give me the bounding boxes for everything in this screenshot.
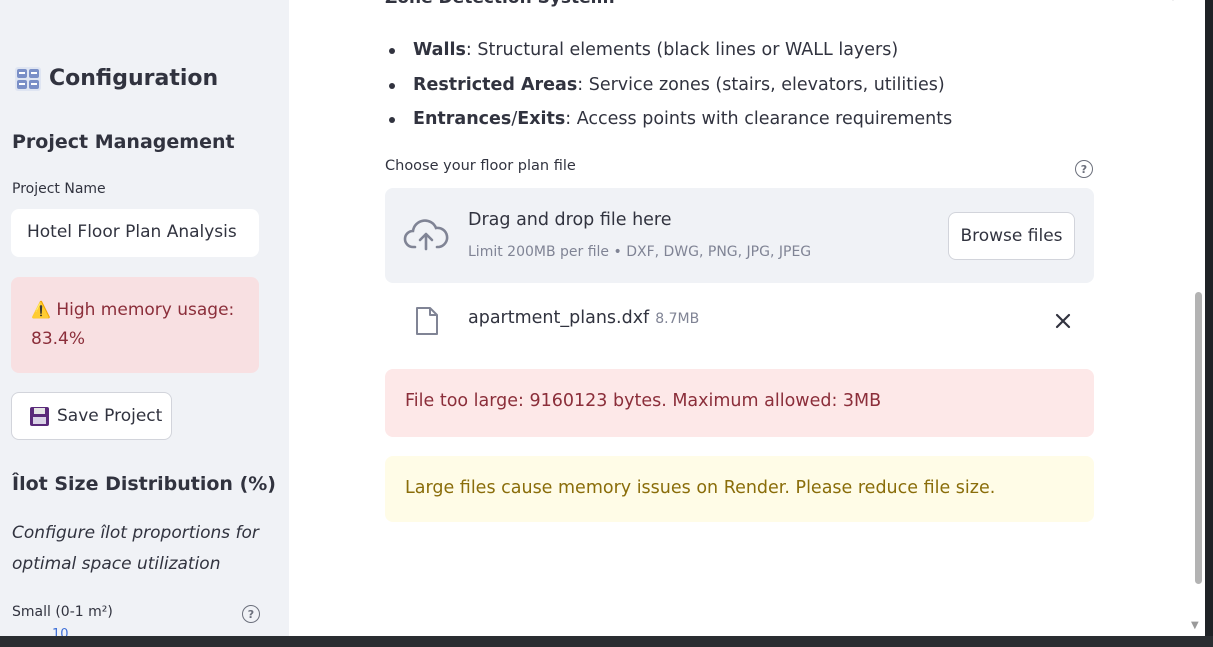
cloud-upload-icon xyxy=(403,219,449,251)
browse-files-button[interactable]: Browse files xyxy=(948,212,1075,260)
dropzone-limit: Limit 200MB per file • DXF, DWG, PNG, JP… xyxy=(468,244,812,260)
uploaded-file-row: apartment_plans.dxf 8.7MB xyxy=(385,300,1094,344)
floppy-disk-icon xyxy=(30,406,49,426)
file-icon xyxy=(416,307,438,335)
file-too-large-error: File too large: 9160123 bytes. Maximum a… xyxy=(385,369,1094,437)
uploader-label: Choose your floor plan file xyxy=(385,158,576,174)
list-item: Entrances/Exits: Access points with clea… xyxy=(385,106,952,141)
file-name: apartment_plans.dxf 8.7MB xyxy=(468,308,700,328)
ilot-description: Configure îlot proportions for optimal s… xyxy=(12,523,259,574)
save-project-button[interactable]: Save Project xyxy=(11,392,172,440)
close-icon[interactable] xyxy=(1052,310,1074,332)
dropzone-title: Drag and drop file here xyxy=(468,210,672,230)
help-icon[interactable]: ? xyxy=(242,605,260,623)
small-size-label: Small (0-1 m²) xyxy=(12,604,113,620)
window-bottom-bar xyxy=(0,636,1213,647)
ilot-distribution-heading: Îlot Size Distribution (%) xyxy=(12,473,276,495)
zone-detection-heading: Zone Detection System: xyxy=(385,0,615,8)
help-icon[interactable]: ? xyxy=(1075,160,1093,178)
file-size: 8.7MB xyxy=(655,311,700,327)
project-name-input[interactable]: Hotel Floor Plan Analysis xyxy=(11,209,259,257)
project-name-label: Project Name xyxy=(12,181,106,197)
file-dropzone[interactable]: Drag and drop file here Limit 200MB per … xyxy=(385,188,1094,283)
warning-icon: ⚠️ xyxy=(31,300,51,319)
scroll-down-icon[interactable]: ▼ xyxy=(1191,620,1199,631)
list-item: Walls: Structural elements (black lines … xyxy=(385,37,952,72)
list-item: Restricted Areas: Service zones (stairs,… xyxy=(385,72,952,107)
main-content: Zone Detection System: Walls: Structural… xyxy=(289,0,1213,636)
sidebar: Configuration Project Management Project… xyxy=(0,0,289,636)
configuration-heading: Configuration xyxy=(15,66,218,91)
chevron-down-icon[interactable] xyxy=(1166,0,1180,8)
window-edge xyxy=(1205,0,1213,647)
zone-bullet-list: Walls: Structural elements (black lines … xyxy=(385,37,952,141)
memory-warning-text: High memory usage: 83.4% xyxy=(31,300,235,349)
memory-warning-info: Large files cause memory issues on Rende… xyxy=(385,456,1094,522)
scrollbar-thumb[interactable] xyxy=(1195,292,1202,584)
configuration-title: Configuration xyxy=(49,66,219,91)
small-slider-value: 10 xyxy=(52,627,69,636)
control-knobs-icon xyxy=(15,66,41,91)
project-management-heading: Project Management xyxy=(12,131,235,153)
save-project-label: Save Project xyxy=(57,406,163,426)
memory-warning-alert: ⚠️ High memory usage: 83.4% xyxy=(11,277,259,373)
